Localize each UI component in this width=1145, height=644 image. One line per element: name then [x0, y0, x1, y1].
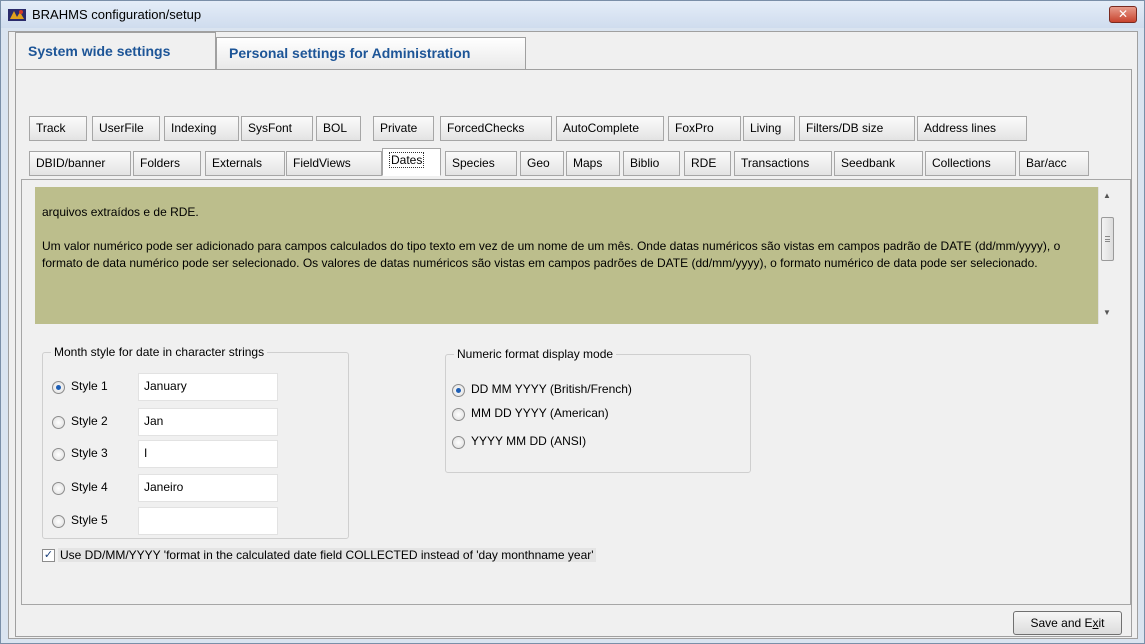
sub-tab-biblio[interactable]: Biblio	[623, 151, 680, 176]
brahms-app-icon	[8, 9, 26, 21]
sub-tab-address-lines[interactable]: Address lines	[917, 116, 1027, 141]
sub-tab-transactions[interactable]: Transactions	[734, 151, 832, 176]
sub-tab-foxpro[interactable]: FoxPro	[668, 116, 741, 141]
sub-tab-label: AutoComplete	[563, 121, 640, 135]
month-style-label: Style 2	[71, 414, 108, 428]
sub-tab-label: Geo	[527, 156, 550, 170]
sub-tab-label: UserFile	[99, 121, 144, 135]
sub-tab-userfile[interactable]: UserFile	[92, 116, 160, 141]
sub-tab-autocomplete[interactable]: AutoComplete	[556, 116, 664, 141]
sub-tab-bol[interactable]: BOL	[316, 116, 361, 141]
sub-tab-private[interactable]: Private	[373, 116, 434, 141]
month-style-value-field[interactable]: I	[138, 440, 278, 468]
month-style-label: Style 5	[71, 513, 108, 527]
sub-tab-indexing[interactable]: Indexing	[164, 116, 239, 141]
sub-tab-label: Maps	[573, 156, 603, 170]
use-ddmmyyyy-label[interactable]: Use DD/MM/YYYY 'format in the calculated…	[58, 548, 596, 562]
title-bar[interactable]: BRAHMS configuration/setup ✕	[1, 1, 1144, 28]
sub-tab-label: Private	[380, 121, 418, 135]
sub-tab-label: Externals	[212, 156, 263, 170]
sub-tab-label: Living	[750, 121, 782, 135]
sub-tab-label: Bar/acc	[1026, 156, 1067, 170]
sub-tab-filters-db-size[interactable]: Filters/DB size	[799, 116, 915, 141]
config-window: BRAHMS configuration/setup ✕ System wide…	[0, 0, 1145, 644]
sub-tab-collections[interactable]: Collections	[925, 151, 1016, 176]
sub-tab-label: ForcedChecks	[447, 121, 525, 135]
sub-tab-label: Collections	[932, 156, 991, 170]
save-label-part: it	[1098, 616, 1105, 630]
numeric-format-label: MM DD YYYY (American)	[471, 406, 609, 420]
sub-tab-track[interactable]: Track	[29, 116, 87, 141]
month-style-value-field[interactable]: January	[138, 373, 278, 401]
sub-tab-label: Species	[452, 156, 495, 170]
sub-tab-forcedchecks[interactable]: ForcedChecks	[440, 116, 552, 141]
window-title: BRAHMS configuration/setup	[32, 7, 202, 22]
month-style-value-field[interactable]: Jan	[138, 408, 278, 436]
sub-tab-seedbank[interactable]: Seedbank	[834, 151, 923, 176]
numeric-format-radio-1[interactable]	[452, 384, 465, 397]
description-paragraph: Um valor numérico pode ser adicionado pa…	[42, 239, 1061, 270]
sub-tab-rde[interactable]: RDE	[684, 151, 731, 176]
sub-tab-label: Folders	[140, 156, 181, 170]
month-style-label: Style 3	[71, 446, 108, 460]
sub-tab-label: BOL	[323, 121, 348, 135]
tab-label: Personal settings for Administration	[229, 45, 471, 61]
sub-tab-label: Seedbank	[841, 156, 896, 170]
sub-tab-living[interactable]: Living	[743, 116, 795, 141]
sub-tab-label: SysFont	[248, 121, 293, 135]
sub-tab-label: Indexing	[171, 121, 217, 135]
description-line: arquivos extraídos e de RDE.	[42, 205, 199, 219]
sub-tab-label: RDE	[691, 156, 717, 170]
numeric-format-label: YYYY MM DD (ANSI)	[471, 434, 587, 448]
scroll-down-icon[interactable]: ▼	[1103, 308, 1111, 317]
sub-tab-label: Transactions	[741, 156, 810, 170]
description-scrollbar[interactable]: ▲ ▼	[1098, 187, 1115, 324]
use-ddmmyyyy-checkbox[interactable]: ✓	[42, 549, 55, 562]
sub-tab-species[interactable]: Species	[445, 151, 517, 176]
sub-tab-geo[interactable]: Geo	[520, 151, 564, 176]
sub-tab-bar-acc[interactable]: Bar/acc	[1019, 151, 1089, 176]
scroll-thumb[interactable]	[1101, 217, 1114, 261]
month-style-value-field[interactable]: Janeiro	[138, 474, 278, 502]
sub-tab-label: Biblio	[630, 156, 660, 170]
close-button[interactable]: ✕	[1109, 6, 1137, 23]
month-style-legend: Month style for date in character string…	[54, 345, 265, 359]
sub-tab-label: Track	[36, 121, 66, 135]
sub-tab-dates[interactable]: Dates	[382, 148, 441, 176]
month-style-radio-1[interactable]	[52, 381, 65, 394]
month-style-value-field[interactable]	[138, 507, 278, 535]
month-style-radio-4[interactable]	[52, 482, 65, 495]
sub-tab-folders[interactable]: Folders	[133, 151, 201, 176]
numeric-format-legend: Numeric format display mode	[457, 347, 614, 361]
sub-tab-label: DBID/banner	[36, 156, 106, 170]
month-style-radio-3[interactable]	[52, 448, 65, 461]
scroll-up-icon[interactable]: ▲	[1103, 191, 1111, 200]
sub-tab-label: FieldViews	[293, 156, 351, 170]
sub-tab-fieldviews[interactable]: FieldViews	[286, 151, 382, 176]
month-style-label: Style 1	[71, 379, 108, 393]
grip-icon	[1105, 236, 1110, 242]
sub-tab-label: Filters/DB size	[806, 121, 884, 135]
tab-system-wide-settings[interactable]: System wide settings	[15, 32, 216, 70]
description-panel: arquivos extraídos e de RDE. Um valor nu…	[35, 187, 1098, 324]
numeric-format-radio-2[interactable]	[452, 408, 465, 421]
save-label-part: Save and E	[1030, 616, 1093, 630]
numeric-format-radio-3[interactable]	[452, 436, 465, 449]
sub-tab-label: Dates	[389, 152, 425, 168]
tab-label: System wide settings	[28, 43, 171, 59]
tab-personal-settings[interactable]: Personal settings for Administration	[216, 37, 526, 69]
sub-tab-dbid-banner[interactable]: DBID/banner	[29, 151, 131, 176]
month-style-radio-2[interactable]	[52, 416, 65, 429]
sub-tab-label: FoxPro	[675, 121, 714, 135]
close-icon: ✕	[1117, 7, 1129, 21]
sub-tab-sysfont[interactable]: SysFont	[241, 116, 313, 141]
save-and-exit-button[interactable]: Save and Exit	[1013, 611, 1122, 635]
month-style-radio-5[interactable]	[52, 515, 65, 528]
sub-tab-label: Address lines	[924, 121, 997, 135]
month-style-label: Style 4	[71, 480, 108, 494]
sub-tab-externals[interactable]: Externals	[205, 151, 285, 176]
numeric-format-label: DD MM YYYY (British/French)	[471, 382, 632, 396]
sub-tab-maps[interactable]: Maps	[566, 151, 620, 176]
